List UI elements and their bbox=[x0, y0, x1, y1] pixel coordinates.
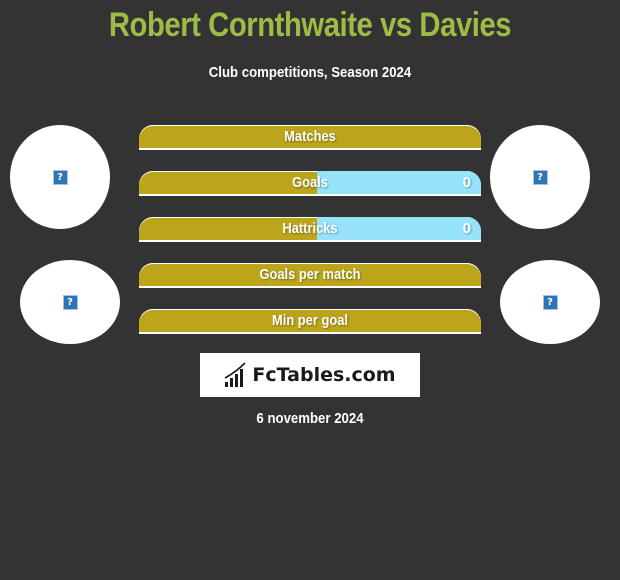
logo-text: FcTables.com bbox=[252, 364, 396, 386]
right-team-avatar: ? bbox=[500, 260, 600, 344]
right-value: 0 bbox=[462, 174, 471, 191]
bar-chart-logo-icon bbox=[225, 362, 246, 387]
stat-bar-goals-per-match: Goals per match bbox=[139, 263, 481, 288]
fctables-logo[interactable]: FcTables.com bbox=[200, 353, 420, 397]
page-title: Robert Cornthwaite vs Davies bbox=[108, 6, 512, 44]
stat-label: Hattricks bbox=[282, 220, 338, 237]
stat-label: Matches bbox=[284, 128, 336, 145]
missing-image-icon: ? bbox=[52, 169, 68, 185]
page-subtitle: Club competitions, Season 2024 bbox=[208, 64, 412, 81]
stat-label: Min per goal bbox=[272, 312, 348, 329]
right-value: 0 bbox=[462, 220, 471, 237]
date-label: 6 november 2024 bbox=[256, 410, 364, 427]
missing-image-icon: ? bbox=[542, 294, 558, 310]
stat-label: Goals bbox=[292, 174, 328, 191]
stat-label: Goals per match bbox=[259, 266, 361, 283]
missing-image-icon: ? bbox=[532, 169, 548, 185]
stat-bar-goals: Goals 0 bbox=[139, 171, 481, 196]
left-player-avatar: ? bbox=[10, 125, 110, 229]
right-player-avatar: ? bbox=[490, 125, 590, 229]
missing-image-icon: ? bbox=[62, 294, 78, 310]
stat-bar-min-per-goal: Min per goal bbox=[139, 309, 481, 334]
stat-bar-hattricks: Hattricks 0 bbox=[139, 217, 481, 242]
left-team-avatar: ? bbox=[20, 260, 120, 344]
stat-bar-matches: Matches bbox=[139, 125, 481, 150]
